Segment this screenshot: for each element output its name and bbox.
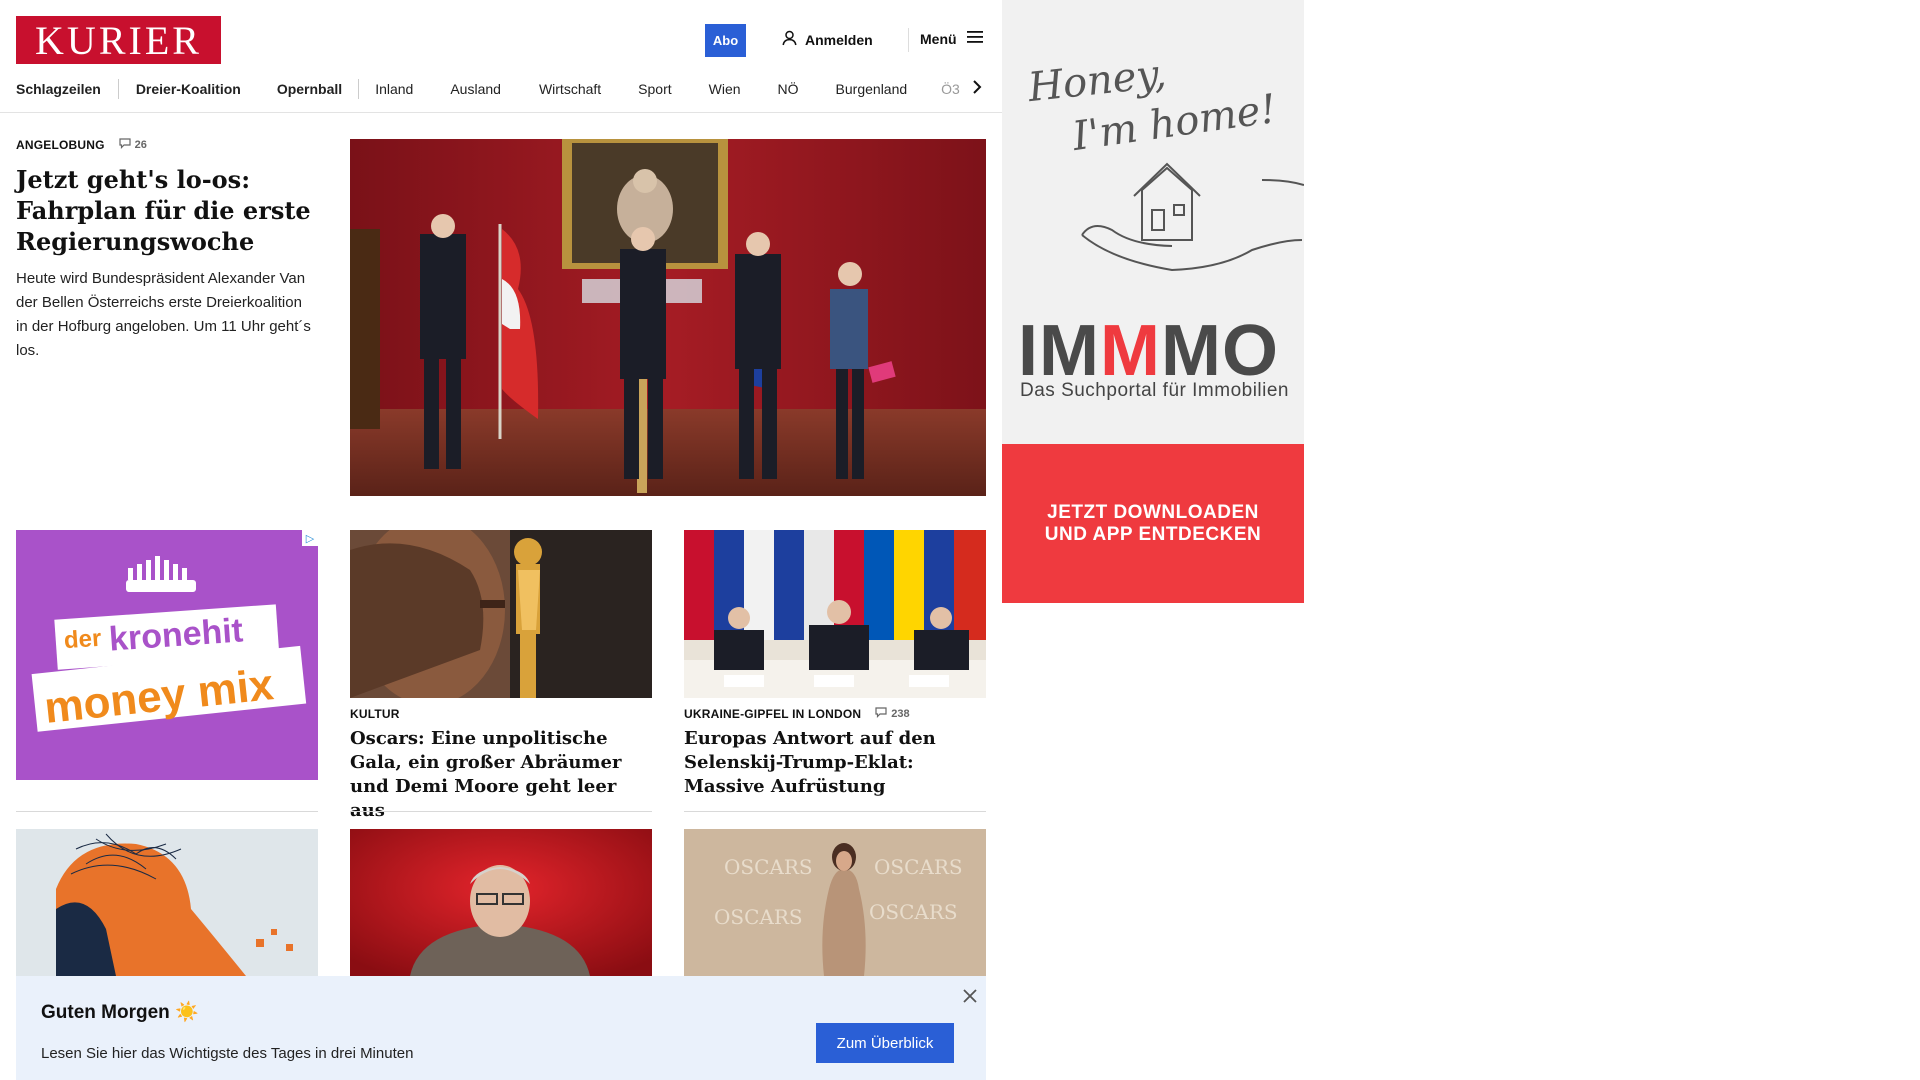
nav-item-dreier-koalition[interactable]: Dreier-Koalition [136,81,241,97]
nav-item-wien[interactable]: Wien [709,81,741,97]
card-comment-count[interactable]: 238 [875,707,910,721]
nav-item-wirtschaft[interactable]: Wirtschaft [539,81,601,97]
card-headline[interactable]: Europas Antwort auf den Selenskij-Trump-… [684,727,986,799]
svg-text:OSCARS: OSCARS [874,855,963,879]
row-divider [16,811,318,812]
immmo-cta-line1: JETZT DOWNLOADEN [1047,501,1259,523]
card-london-summit: UKRAINE-GIPFEL IN LONDON 238 Europas Ant… [684,707,986,799]
card-kicker[interactable]: KULTUR [350,707,652,721]
login-label: Anmelden [805,31,873,48]
card-photo-illustration[interactable] [16,829,318,976]
house-hand-icon [1081,162,1304,272]
lead-headline[interactable]: Jetzt geht's lo-os: Fahrplan für die ers… [16,164,316,257]
immmo-ad[interactable]: Honey, I'm home! IMMMO Das Suchportal fü… [1002,0,1304,603]
kronehit-line1: der [63,624,103,655]
nav-item-oe3[interactable]: Ö3 [941,81,960,97]
card-photo-oscars-carpet[interactable]: OSCARS OSCARS OSCARS OSCARS [684,829,986,976]
nav-item-ausland[interactable]: Ausland [450,81,501,97]
svg-text:OSCARS: OSCARS [724,855,813,879]
banner-title: Guten Morgen ☀️ [41,1000,199,1024]
nav-item-noe[interactable]: NÖ [778,81,799,97]
header-divider [908,28,909,52]
hamburger-icon [966,30,983,47]
nav-item-sport[interactable]: Sport [638,81,671,97]
nav-separator [358,79,360,99]
immmo-download-cta[interactable]: JETZT DOWNLOADEN UND APP ENTDECKEN [1002,444,1304,603]
card-photo-portrait[interactable] [350,829,652,976]
nav-item-schlagzeilen[interactable]: Schlagzeilen [16,81,101,97]
svg-text:OSCARS: OSCARS [714,905,803,929]
card-headline[interactable]: Oscars: Eine unpolitische Gala, ein groß… [350,727,652,823]
sun-icon: ☀️ [175,1002,199,1023]
card-kicker[interactable]: UKRAINE-GIPFEL IN LONDON [684,707,861,721]
kronehit-ad[interactable]: ▷ der kronehit money mix [16,530,318,780]
lead-comment-count[interactable]: 26 [119,138,147,152]
user-icon [782,30,797,49]
category-nav: Schlagzeilen Dreier-Koalition Opernball … [16,78,984,100]
nav-item-opernball[interactable]: Opernball [277,81,342,97]
close-icon[interactable] [960,986,980,1006]
lead-teaser: Heute wird Bundespräsident Alexander Van… [16,270,311,359]
lead-article: ANGELOBUNG 26 Jetzt geht's lo-os: Fahrpl… [16,138,316,363]
nav-separator [117,79,119,99]
svg-text:OSCARS: OSCARS [869,900,958,924]
immmo-cta-line2: UND APP ENTDECKEN [1044,523,1262,545]
kurier-logo[interactable]: KURIER [16,16,221,64]
nav-item-inland[interactable]: Inland [375,81,413,97]
card-photo-oscars[interactable] [350,530,652,698]
morning-briefing-banner: Guten Morgen ☀️ Lesen Sie hier das Wicht… [16,976,986,1080]
immmo-ad-visual: Honey, I'm home! IMMMO Das Suchportal fü… [1002,0,1304,444]
row-divider [350,811,652,812]
nav-scroll-right-button[interactable] [964,76,990,102]
chevron-right-icon [972,79,982,100]
abo-button[interactable]: Abo [705,24,746,57]
banner-text: Lesen Sie hier das Wichtigste des Tages … [41,1045,414,1062]
card-photo-london-summit[interactable] [684,530,986,698]
comment-icon [119,138,131,152]
comment-count: 238 [891,708,910,720]
lead-kicker[interactable]: ANGELOBUNG [16,138,105,152]
login-link[interactable]: Anmelden [782,30,873,49]
immmo-tagline-1: Honey, [1025,50,1169,112]
immmo-subtitle: Das Suchportal für Immobilien [1020,380,1289,401]
comment-icon [875,707,887,721]
lead-photo[interactable] [350,139,986,496]
site-header: KURIER Abo Anmelden Menü Schlagzeilen Dr… [0,0,1002,113]
overview-button[interactable]: Zum Überblick [816,1023,954,1063]
banner-title-text: Guten Morgen [41,1002,170,1023]
comment-count: 26 [134,139,147,151]
menu-button[interactable]: Menü [920,30,983,47]
menu-label: Menü [920,30,957,47]
row-divider [684,811,986,812]
card-oscars: KULTUR Oscars: Eine unpolitische Gala, e… [350,707,652,823]
nav-item-burgenland[interactable]: Burgenland [836,81,908,97]
